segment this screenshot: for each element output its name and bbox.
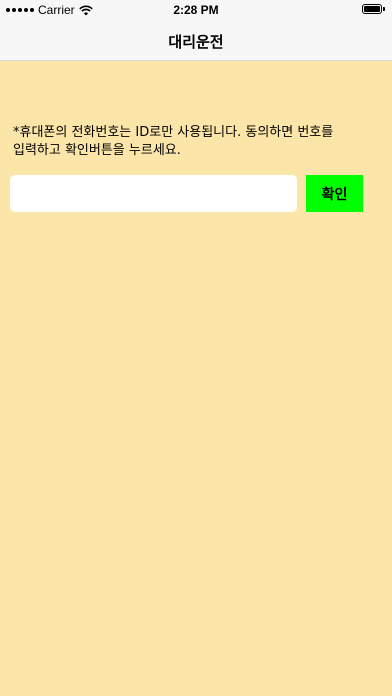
navigation-bar: 대리운전 [0, 20, 392, 61]
confirm-button[interactable]: 확인 [306, 175, 363, 212]
page-title: 대리운전 [168, 33, 224, 51]
status-time: 2:28 PM [173, 3, 219, 17]
phone-number-input[interactable] [10, 175, 297, 212]
phone-usage-notice: *휴대폰의 전화번호는 ID로만 사용됩니다. 동의하면 번호를 입력하고 확인… [13, 125, 334, 158]
status-bar: Carrier 2:28 PM [0, 0, 392, 20]
battery-fill [364, 6, 380, 12]
battery-icon [362, 4, 386, 15]
